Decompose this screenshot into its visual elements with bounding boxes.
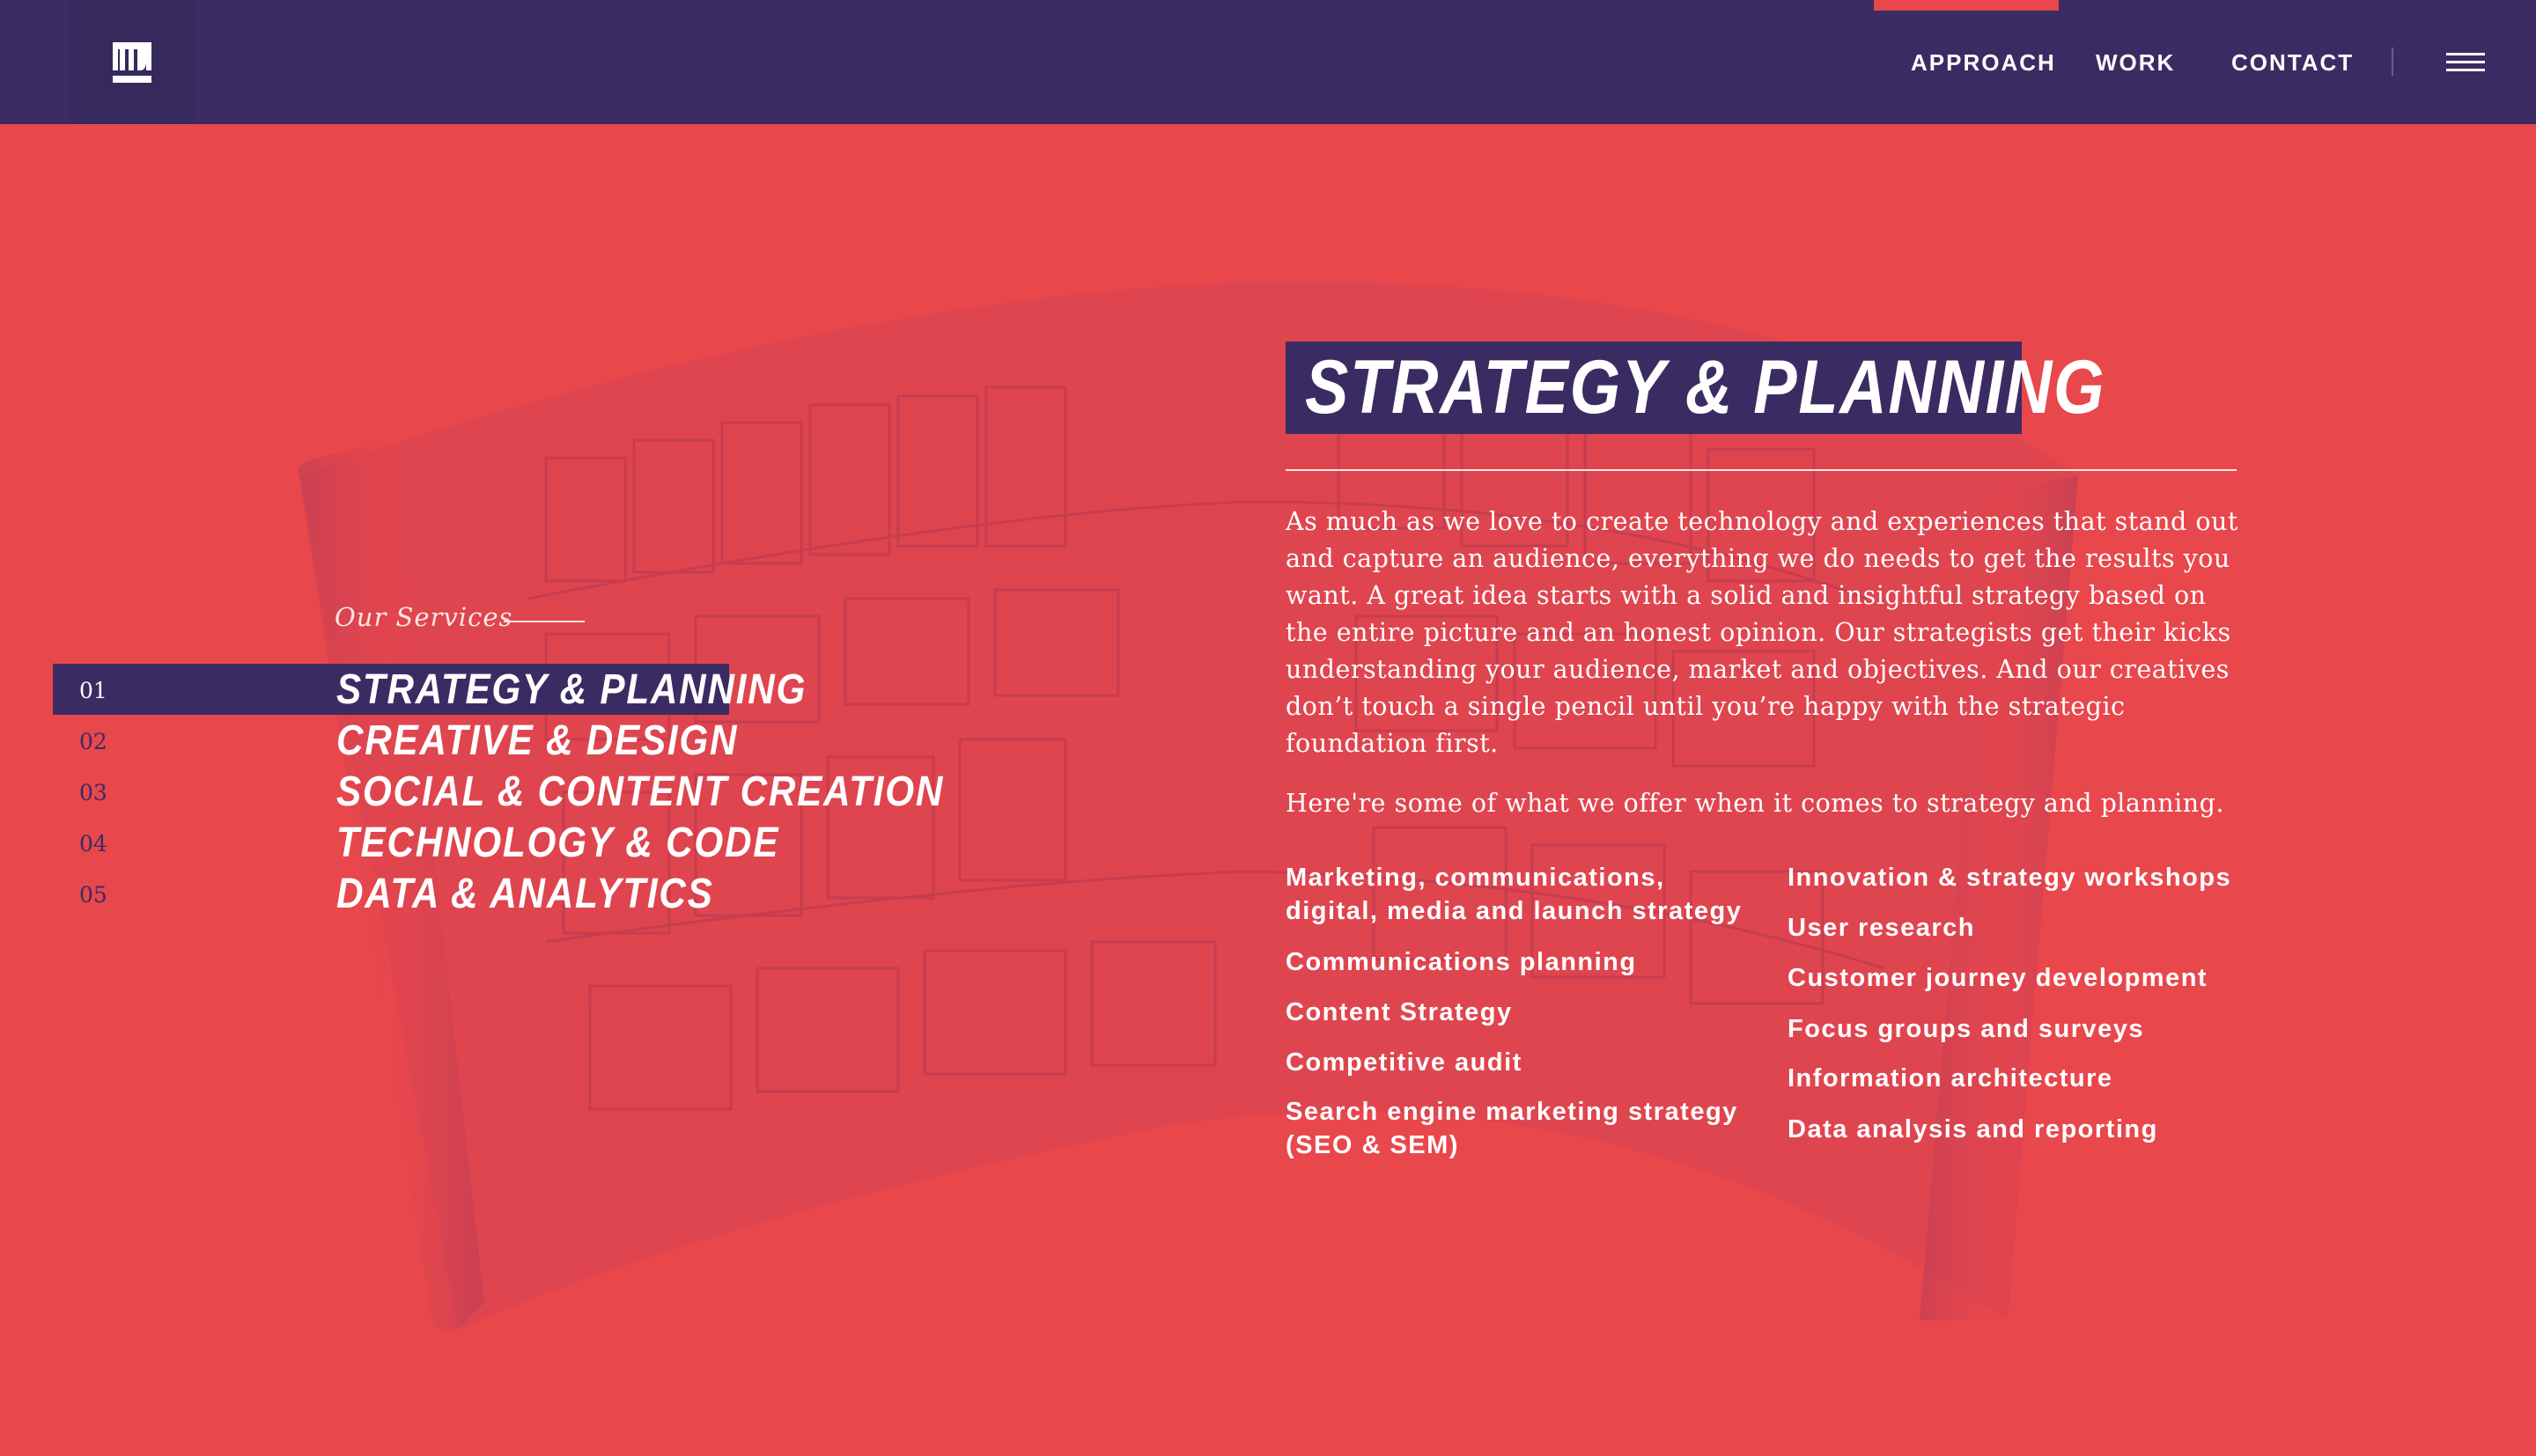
offer-item: Data analysis and reporting xyxy=(1788,1115,2158,1143)
top-nav: APPROACH WORK CONTACT xyxy=(0,0,2536,124)
service-number: 03 xyxy=(79,780,107,805)
heading-rule xyxy=(1286,469,2237,471)
offer-item: Content Strategy xyxy=(1286,998,1513,1026)
offer-item: Search engine marketing strategy (SEO & … xyxy=(1286,1098,1738,1159)
services-label-rule xyxy=(504,621,585,622)
service-title: DATA & ANALYTICS xyxy=(336,871,714,917)
offer-item: Competitive audit xyxy=(1286,1048,1522,1077)
offer-item: User research xyxy=(1788,914,1975,942)
service-heading: STRATEGY & PLANNING xyxy=(1305,345,2106,430)
nav-divider xyxy=(2392,48,2393,76)
service-title: STRATEGY & PLANNING xyxy=(336,666,807,713)
nav-contact[interactable]: CONTACT xyxy=(2231,49,2354,77)
service-item-creative[interactable]: 02 CREATIVE & DESIGN xyxy=(0,715,881,766)
nav-work[interactable]: WORK xyxy=(2096,49,2175,77)
service-number: 01 xyxy=(79,678,107,703)
services-label: Our Services xyxy=(335,602,513,632)
offer-item: Customer journey development xyxy=(1788,964,2208,992)
service-number: 04 xyxy=(79,831,107,857)
service-item-strategy[interactable]: 01 STRATEGY & PLANNING xyxy=(0,664,881,715)
offer-item: Marketing, communications, digital, medi… xyxy=(1286,864,1743,925)
service-number: 02 xyxy=(79,729,107,754)
hamburger-icon[interactable] xyxy=(2446,53,2485,74)
service-item-data[interactable]: 05 DATA & ANALYTICS xyxy=(0,868,881,919)
offer-item: Communications planning xyxy=(1286,948,1637,976)
offer-item: Focus groups and surveys xyxy=(1788,1015,2145,1043)
service-description: As much as we love to create technology … xyxy=(1286,507,2238,758)
service-item-technology[interactable]: 04 TECHNOLOGY & CODE xyxy=(0,817,881,868)
offer-item: Innovation & strategy workshops xyxy=(1788,864,2232,892)
service-title: TECHNOLOGY & CODE xyxy=(336,820,780,866)
service-title: SOCIAL & CONTENT CREATION xyxy=(336,768,945,815)
active-nav-indicator xyxy=(1874,0,2059,11)
service-number: 05 xyxy=(79,882,107,908)
offers-intro: Here're some of what we offer when it co… xyxy=(1286,789,2224,818)
service-item-social[interactable]: 03 SOCIAL & CONTENT CREATION xyxy=(0,766,942,817)
nav-approach[interactable]: APPROACH xyxy=(1911,49,2056,77)
logo-icon[interactable] xyxy=(111,40,153,86)
service-title: CREATIVE & DESIGN xyxy=(336,717,739,764)
offer-item: Information architecture xyxy=(1788,1064,2113,1092)
